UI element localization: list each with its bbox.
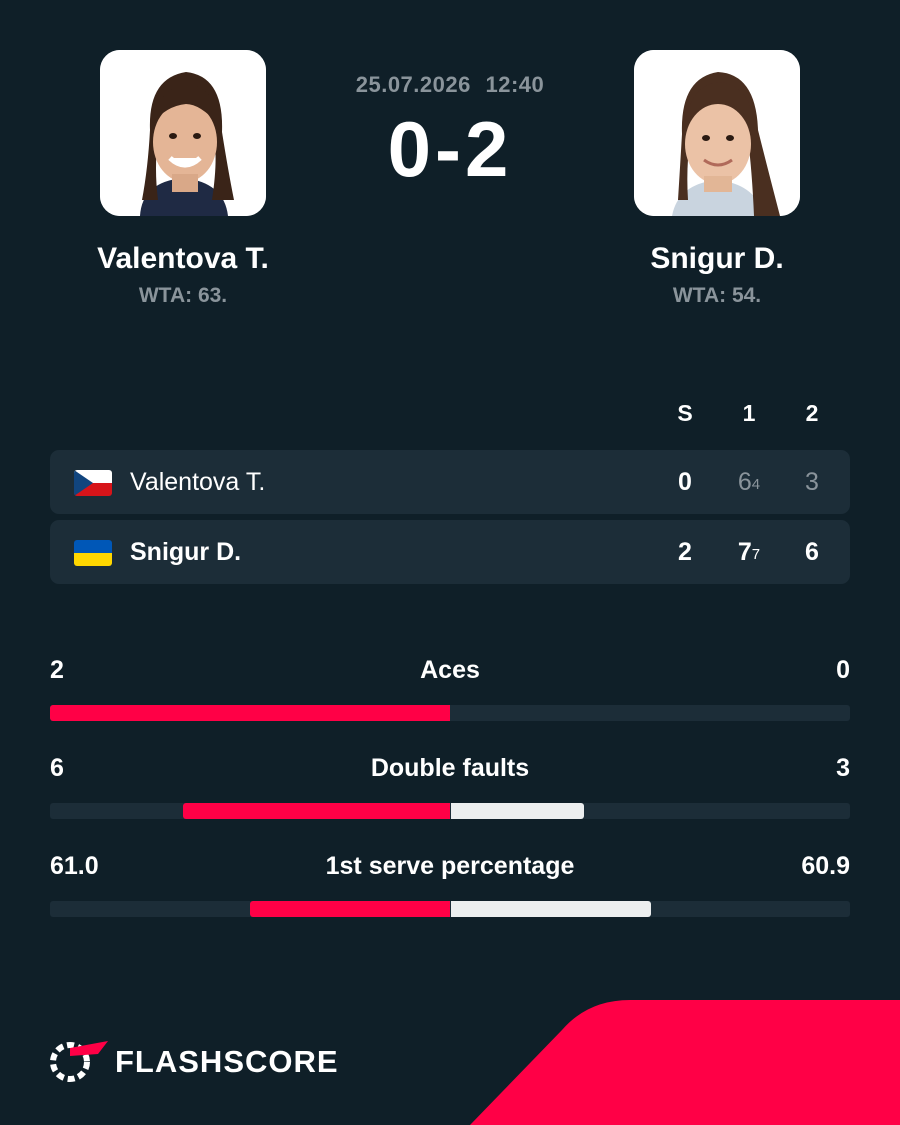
stat-bar-left bbox=[183, 803, 450, 819]
flashscore-logo-text: FLASHSCORE bbox=[115, 1044, 339, 1079]
tiebreak-score: 7 bbox=[751, 546, 761, 563]
header-set-2: 2 bbox=[805, 400, 819, 426]
stat-label: Double faults bbox=[370, 754, 530, 782]
row-player-name: Snigur D. bbox=[130, 538, 242, 566]
player-rank-left: WTA: 63. bbox=[138, 284, 228, 307]
match-time: 12:40 bbox=[485, 72, 545, 97]
match-date: 25.07.2026 bbox=[355, 72, 471, 97]
header-sets: S bbox=[677, 400, 693, 426]
stat-bar-left bbox=[250, 901, 450, 917]
stat-label: Aces bbox=[420, 656, 480, 684]
decorative-corner-shape bbox=[470, 1000, 900, 1125]
ukraine-flag-icon bbox=[74, 540, 112, 566]
stat-value-left: 6 bbox=[50, 754, 64, 782]
stat-value-left: 2 bbox=[50, 656, 64, 684]
score-row-valentova: Valentova T. 0 64 3 bbox=[50, 450, 850, 514]
set-2-score: 6 bbox=[805, 538, 819, 566]
player-name-left: Valentova T. bbox=[97, 242, 269, 275]
stat-value-right: 3 bbox=[836, 754, 850, 782]
stat-value-left: 61.0 bbox=[50, 852, 99, 880]
stat-bar bbox=[50, 803, 850, 819]
stat-bar bbox=[50, 705, 850, 721]
stat-bar-left bbox=[50, 705, 450, 721]
stat-bar-right bbox=[451, 803, 585, 819]
set-2-score: 3 bbox=[805, 468, 819, 496]
czech-flag-icon bbox=[74, 470, 112, 496]
stat-value-right: 0 bbox=[836, 656, 850, 684]
sets-won: 2 bbox=[678, 538, 692, 566]
stat-bar bbox=[50, 901, 850, 917]
stat-bar-right bbox=[451, 901, 651, 917]
match-datetime: 25.07.2026 12:40 bbox=[0, 72, 900, 98]
set-1-score: 77 bbox=[737, 538, 761, 566]
score-row-snigur: Snigur D. 2 77 6 bbox=[50, 520, 850, 584]
sets-won: 0 bbox=[678, 468, 692, 496]
match-score: 0-2 bbox=[387, 105, 513, 193]
player-rank-right: WTA: 54. bbox=[672, 284, 762, 307]
set-1-score: 64 bbox=[737, 468, 761, 496]
tiebreak-score: 4 bbox=[751, 476, 761, 493]
flashscore-logo-icon bbox=[48, 1038, 108, 1086]
player-name-right: Snigur D. bbox=[650, 242, 784, 275]
row-player-name: Valentova T. bbox=[130, 468, 266, 496]
header-set-1: 1 bbox=[742, 400, 756, 426]
stat-value-right: 60.9 bbox=[801, 852, 850, 880]
stat-label: 1st serve percentage bbox=[325, 852, 575, 880]
